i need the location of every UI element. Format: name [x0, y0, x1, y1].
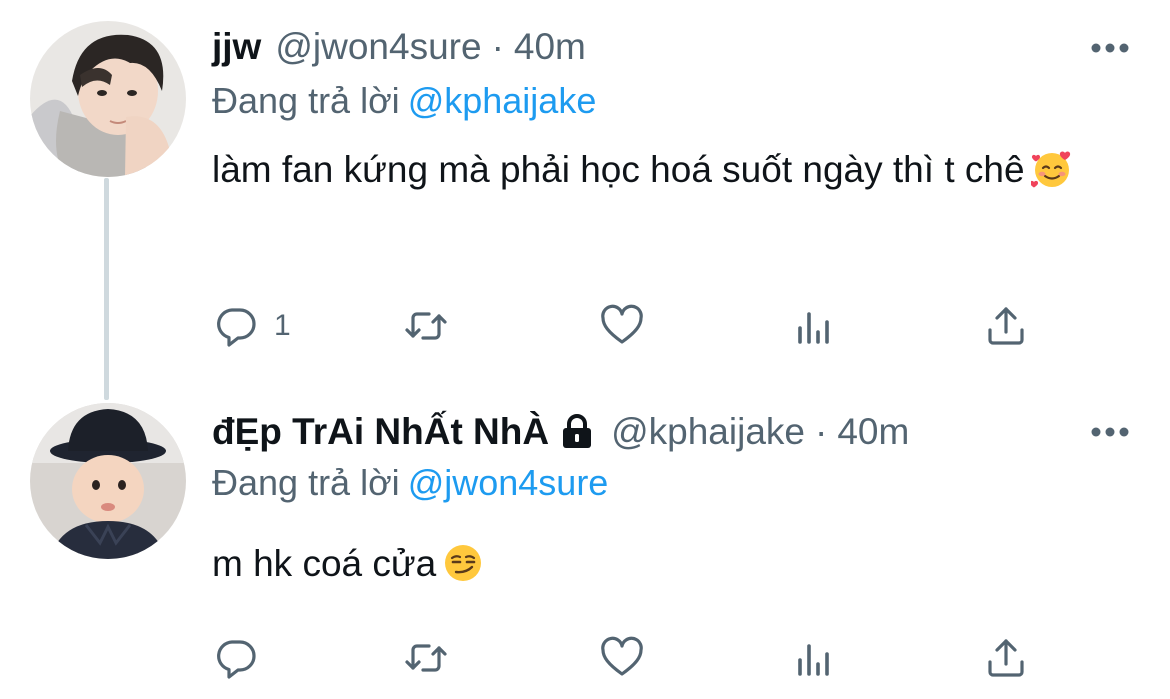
tweet-text-content: m hk coá cửa: [212, 543, 437, 584]
share-button[interactable]: [982, 630, 1030, 686]
retweet-button[interactable]: [402, 298, 450, 354]
replying-to-mention[interactable]: @jwon4sure: [408, 462, 609, 503]
smirking-face-icon: [442, 542, 484, 584]
like-icon: [598, 302, 646, 350]
replying-to-mention[interactable]: @kphaijake: [408, 80, 597, 121]
reply-icon: [212, 302, 260, 350]
avatar-image: [30, 21, 186, 177]
tweet[interactable]: đẸp TrAi NhẤt NhÀ @kphaijake · 40m Đang …: [0, 390, 1170, 699]
views-button[interactable]: [790, 298, 838, 354]
tweet-actions: 1: [212, 298, 1052, 354]
more-options-icon[interactable]: [1088, 38, 1132, 58]
timestamp[interactable]: 40m: [514, 19, 586, 75]
tweet[interactable]: jjw @jwon4sure · 40m Đang trả lời @kphaij…: [0, 0, 1170, 390]
replying-label: Đang trả lời: [212, 462, 400, 503]
more-options-icon[interactable]: [1088, 422, 1132, 442]
avatar-image: [30, 403, 186, 559]
views-icon: [790, 302, 838, 350]
reply-count: 1: [274, 309, 291, 342]
smiling-face-with-hearts-icon: [1030, 148, 1073, 190]
share-button[interactable]: [982, 298, 1030, 354]
like-icon: [598, 634, 646, 682]
separator-dot: ·: [814, 411, 828, 452]
display-name[interactable]: jjw: [212, 19, 261, 75]
user-handle[interactable]: @kphaijake: [611, 404, 805, 460]
retweet-button[interactable]: [402, 630, 450, 686]
reply-button[interactable]: [212, 630, 274, 686]
tweet-header: jjw @jwon4sure · 40m: [212, 19, 1070, 75]
replying-to: Đang trả lời @jwon4sure: [212, 458, 608, 508]
lock-icon: [557, 412, 597, 452]
replying-label: Đang trả lời: [212, 80, 400, 121]
tweet-text: làm fan kứng mà phải học hoá suốt ngày t…: [212, 136, 1122, 204]
tweet-text-content: làm fan kứng mà phải học hoá suốt ngày t…: [212, 149, 1025, 190]
views-button[interactable]: [790, 630, 838, 686]
avatar[interactable]: [30, 403, 186, 559]
retweet-icon: [402, 302, 450, 350]
retweet-icon: [402, 634, 450, 682]
tweet-actions: [212, 630, 1052, 686]
replying-to: Đang trả lời @kphaijake: [212, 76, 596, 126]
display-name[interactable]: đẸp TrAi NhẤt NhÀ: [212, 404, 549, 460]
reply-button[interactable]: 1: [212, 298, 291, 354]
like-button[interactable]: [598, 630, 646, 686]
share-icon: [982, 302, 1030, 350]
tweet-header: đẸp TrAi NhẤt NhÀ @kphaijake · 40m: [212, 404, 1070, 460]
reply-icon: [212, 634, 260, 682]
like-button[interactable]: [598, 298, 646, 354]
separator-dot: ·: [491, 26, 504, 67]
avatar[interactable]: [30, 21, 186, 177]
share-icon: [982, 634, 1030, 682]
tweet-thread: jjw @jwon4sure · 40m Đang trả lời @kphaij…: [0, 0, 1170, 699]
tweet-text: m hk coá cửa: [212, 530, 1122, 598]
user-handle[interactable]: @jwon4sure: [275, 19, 481, 75]
timestamp[interactable]: 40m: [837, 404, 909, 460]
views-icon: [790, 634, 838, 682]
